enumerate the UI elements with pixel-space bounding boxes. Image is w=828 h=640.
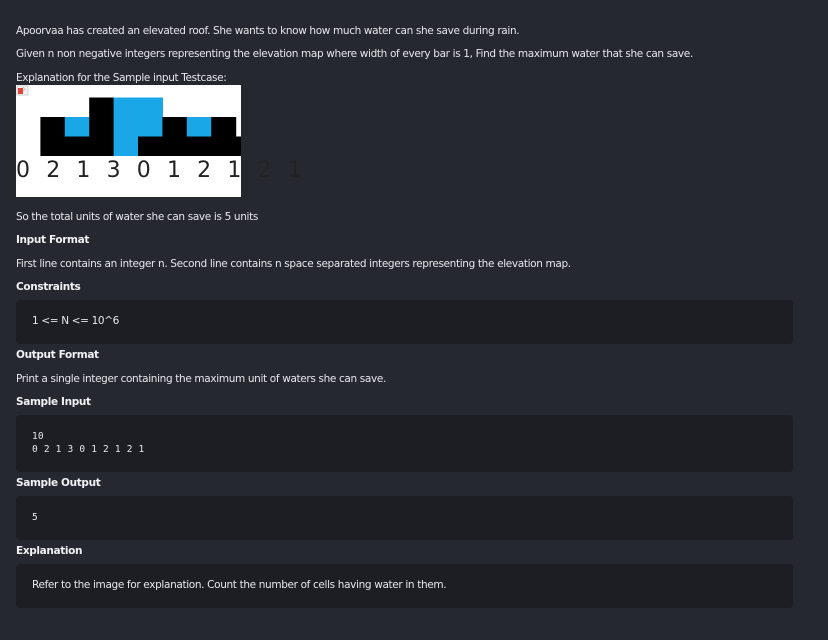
sample-output-heading: Sample Output [16, 477, 101, 489]
explanation-caption: Explanation for the Sample input Testcas… [16, 72, 227, 84]
water-cell-4 [113, 97, 139, 156]
elevation-bar-3 [89, 97, 115, 156]
sample-input-heading: Sample Input [16, 396, 91, 408]
elevation-map-figure: 0 2 1 3 0 1 2 1 2 1 [16, 85, 307, 197]
broken-image-icon [16, 85, 29, 96]
elevation-bar-8 [211, 117, 237, 156]
total-units-text: So the total units of water she can save… [16, 211, 258, 223]
constraints-box: 1 <= N <= 10^6 [16, 300, 793, 344]
sample-output-code[interactable]: 5 [32, 511, 38, 524]
intro-text-line-2: Given n non negative integers representi… [16, 48, 693, 60]
water-cell-2 [64, 117, 90, 137]
explanation-box: Refer to the image for explanation. Coun… [16, 564, 793, 608]
sample-input-code[interactable]: 10 0 2 1 3 0 1 2 1 2 1 [32, 430, 144, 456]
elevation-bar-5 [138, 136, 163, 156]
elevation-bar-6 [162, 117, 188, 156]
input-format-text: First line contains an integer n. Second… [16, 258, 571, 270]
sample-output-box[interactable]: 5 [16, 496, 793, 540]
explanation-heading: Explanation [16, 545, 83, 557]
input-format-heading: Input Format [16, 234, 90, 246]
elevation-values-label: 0 2 1 3 0 1 2 1 2 1 [16, 158, 307, 183]
constraints-text: 1 <= N <= 10^6 [32, 315, 120, 327]
elevation-bar-7 [186, 136, 212, 156]
output-format-text: Print a single integer containing the ma… [16, 373, 386, 385]
constraints-heading: Constraints [16, 281, 81, 293]
intro-text-line-1: Apoorvaa has created an elevated roof. S… [16, 25, 520, 37]
elevation-bar-1 [40, 117, 66, 156]
explanation-text: Refer to the image for explanation. Coun… [32, 579, 447, 591]
elevation-bar-9 [235, 136, 241, 156]
elevation-bar-2 [64, 136, 90, 156]
water-cell-5 [138, 97, 163, 137]
water-cell-7 [186, 117, 212, 137]
output-format-heading: Output Format [16, 349, 99, 361]
sample-input-box[interactable]: 10 0 2 1 3 0 1 2 1 2 1 [16, 415, 793, 472]
